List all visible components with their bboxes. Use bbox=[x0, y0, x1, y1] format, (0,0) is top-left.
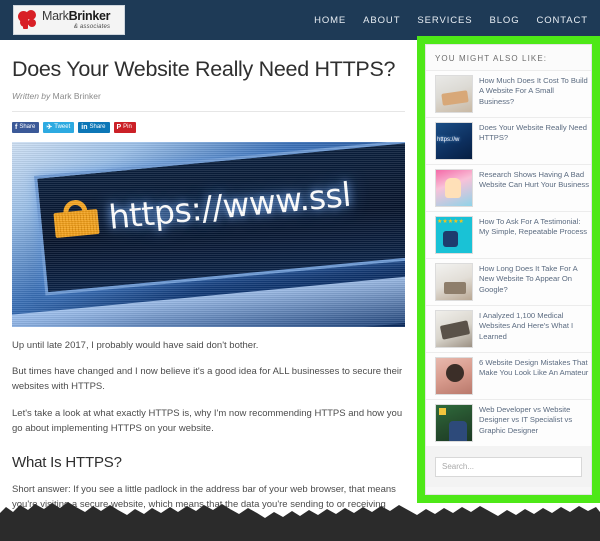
thumbnail-image bbox=[435, 310, 473, 348]
nav-item-home[interactable]: HOME bbox=[314, 15, 346, 26]
social-share-bar: f Share ✈ Tweet in Share P Pin bbox=[12, 121, 405, 133]
share-label-linkedin: Share bbox=[89, 124, 106, 131]
thumbnail-image bbox=[435, 216, 473, 254]
related-post-title: Web Developer vs Website Designer vs IT … bbox=[479, 405, 573, 435]
list-item[interactable]: How Long Does It Take For A New Website … bbox=[426, 258, 591, 305]
article-column: Does Your Website Really Need HTTPS? Wri… bbox=[0, 40, 417, 541]
sidebar-heading: YOU MIGHT ALSO LIKE: bbox=[426, 45, 591, 70]
list-item[interactable]: 6 Website Design Mistakes That Make You … bbox=[426, 352, 591, 399]
article-paragraph-1: Up until late 2017, I probably would hav… bbox=[12, 339, 259, 351]
article-paragraph-2: But times have changed and I now believe… bbox=[12, 366, 403, 393]
related-post-title: I Analyzed 1,100 Medical Websites And He… bbox=[479, 311, 574, 341]
related-post-title: How Long Does It Take For A New Website … bbox=[479, 264, 578, 294]
logo-text: MarkBrinker & associates bbox=[42, 9, 111, 30]
thumbnail-image bbox=[435, 75, 473, 113]
title-divider bbox=[12, 110, 405, 112]
list-item[interactable]: Web Developer vs Website Designer vs IT … bbox=[426, 399, 591, 446]
byline-prefix: Written by bbox=[12, 90, 51, 101]
section-heading-what-is-https: What Is HTTPS? bbox=[12, 454, 122, 472]
related-posts-sidebar: YOU MIGHT ALSO LIKE: How Much Does It Co… bbox=[425, 44, 592, 495]
logo-tagline: & associates bbox=[73, 23, 111, 30]
twitter-icon: ✈ bbox=[46, 123, 53, 131]
thumbnail-image bbox=[435, 263, 473, 301]
related-posts-list: How Much Does It Cost To Build A Website… bbox=[426, 70, 591, 446]
pinterest-icon: P bbox=[116, 123, 122, 131]
related-post-title: Research Shows Having A Bad Website Can … bbox=[479, 170, 590, 190]
page-root: MarkBrinker & associates HOME ABOUT SERV… bbox=[0, 0, 600, 541]
article-byline: Written by Mark Brinker bbox=[12, 91, 405, 101]
share-label-twitter: Tweet bbox=[54, 124, 71, 131]
nav-item-contact[interactable]: CONTACT bbox=[536, 15, 588, 26]
article-hero-image: https://www.ssl bbox=[12, 141, 405, 327]
list-item[interactable]: Does Your Website Really Need HTTPS? bbox=[426, 117, 591, 164]
list-item[interactable]: I Analyzed 1,100 Medical Websites And He… bbox=[426, 305, 591, 352]
list-item[interactable]: Research Shows Having A Bad Website Can … bbox=[426, 164, 591, 211]
related-post-title: How Much Does It Cost To Build A Website… bbox=[479, 76, 588, 106]
site-logo[interactable]: MarkBrinker & associates bbox=[13, 5, 125, 35]
page-title: Does Your Website Really Need HTTPS? bbox=[12, 57, 396, 81]
share-label-pinterest: Pin bbox=[123, 124, 132, 131]
thumbnail-image bbox=[435, 357, 473, 395]
main-navigation: HOME ABOUT SERVICES BLOG CONTACT bbox=[314, 0, 588, 40]
share-button-linkedin[interactable]: in Share bbox=[78, 121, 110, 133]
related-post-title: Does Your Website Really Need HTTPS? bbox=[479, 123, 587, 143]
facebook-icon: f bbox=[15, 123, 18, 131]
logo-name-bold: Brinker bbox=[68, 9, 111, 24]
share-button-twitter[interactable]: ✈ Tweet bbox=[43, 121, 75, 133]
site-header: MarkBrinker & associates HOME ABOUT SERV… bbox=[0, 0, 600, 40]
article-paragraph-4: Short answer: If you see a little padloc… bbox=[12, 484, 396, 511]
share-label-facebook: Share bbox=[19, 124, 36, 131]
thumbnail-image bbox=[435, 122, 473, 160]
thumbnail-image bbox=[435, 169, 473, 207]
sidebar-search-area bbox=[426, 446, 591, 487]
list-item[interactable]: How To Ask For A Testimonial: My Simple,… bbox=[426, 211, 591, 258]
nav-item-services[interactable]: SERVICES bbox=[417, 15, 472, 26]
brand-mark-icon bbox=[18, 10, 38, 30]
nav-item-blog[interactable]: BLOG bbox=[489, 15, 519, 26]
related-post-title: How To Ask For A Testimonial: My Simple,… bbox=[479, 217, 588, 237]
logo-name-light: Mark bbox=[42, 9, 69, 24]
byline-author: Mark Brinker bbox=[52, 90, 101, 101]
linkedin-icon: in bbox=[81, 123, 88, 131]
thumbnail-image bbox=[435, 404, 473, 442]
nav-item-about[interactable]: ABOUT bbox=[363, 15, 400, 26]
hero-scanlines bbox=[12, 141, 405, 327]
share-button-facebook[interactable]: f Share bbox=[12, 121, 40, 133]
article-paragraph-3: Let's take a look at what exactly HTTPS … bbox=[12, 407, 403, 434]
list-item[interactable]: How Much Does It Cost To Build A Website… bbox=[426, 70, 591, 117]
share-button-pinterest[interactable]: P Pin bbox=[113, 121, 136, 133]
search-input[interactable] bbox=[435, 456, 582, 477]
related-post-title: 6 Website Design Mistakes That Make You … bbox=[479, 358, 589, 378]
logo-name: MarkBrinker bbox=[42, 9, 111, 24]
